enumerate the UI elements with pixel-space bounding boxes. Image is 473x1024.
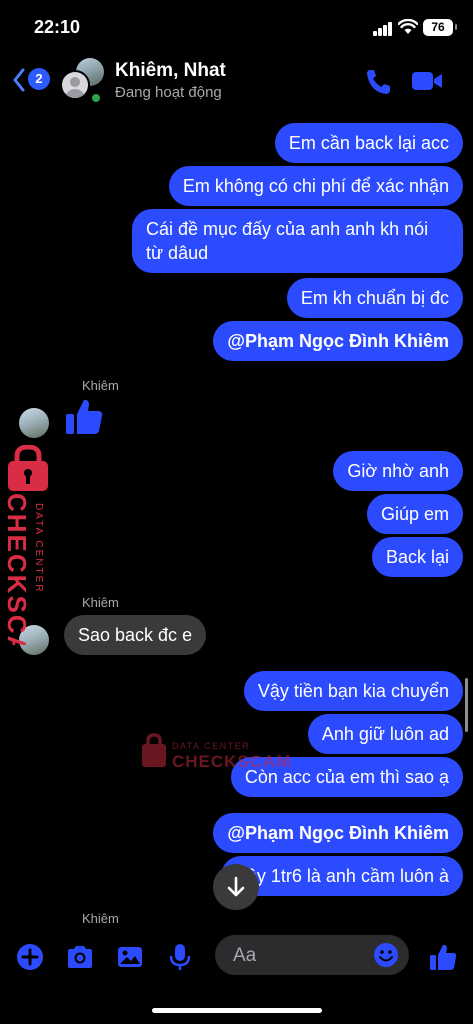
watermark-brand: CHECKSCAM.VN bbox=[4, 493, 32, 645]
emoji-icon[interactable] bbox=[373, 942, 399, 968]
sender-name: Khiêm bbox=[82, 911, 119, 926]
home-indicator[interactable] bbox=[152, 1008, 322, 1013]
thumbs-up-icon[interactable] bbox=[428, 942, 458, 972]
cellular-signal-icon bbox=[373, 22, 393, 36]
status-bar: 22:10 76 bbox=[0, 0, 473, 52]
outgoing-message[interactable]: Em kh chuẩn bị đc bbox=[286, 278, 463, 318]
outgoing-message[interactable]: Cái đề mục đấy của anh anh kh nói từ dâu… bbox=[132, 209, 463, 273]
scroll-to-bottom-button[interactable] bbox=[213, 864, 259, 910]
thumbs-up-icon[interactable] bbox=[64, 396, 106, 438]
phone-call-icon[interactable] bbox=[362, 66, 396, 96]
wifi-icon bbox=[398, 19, 418, 34]
camera-icon[interactable] bbox=[65, 942, 95, 972]
outgoing-message[interactable]: Em cần back lại acc bbox=[274, 123, 463, 163]
group-avatar[interactable] bbox=[60, 58, 106, 104]
sender-name: Khiêm bbox=[82, 595, 119, 610]
watermark-tagline: DATA CENTER bbox=[172, 741, 250, 751]
back-button[interactable]: 2 bbox=[12, 66, 56, 94]
sender-name: Khiêm bbox=[82, 378, 119, 393]
message-input[interactable]: Aa bbox=[215, 935, 409, 975]
photo-gallery-icon[interactable] bbox=[115, 942, 145, 972]
outgoing-message[interactable]: Em không có chi phí để xác nhận bbox=[168, 166, 463, 206]
padlock-icon bbox=[8, 445, 48, 491]
plus-circle-icon[interactable] bbox=[15, 942, 45, 972]
outgoing-message[interactable]: Anh giữ luôn ad bbox=[307, 714, 463, 754]
outgoing-mention-message[interactable]: @Phạm Ngọc Đình Khiêm bbox=[213, 321, 463, 361]
checkscam-watermark-small: DATA CENTER CHECKSCAM.VN bbox=[142, 733, 290, 771]
incoming-message[interactable]: Sao back đc e bbox=[64, 615, 207, 655]
message-input-placeholder: Aa bbox=[233, 945, 257, 966]
chevron-left-icon bbox=[13, 68, 25, 92]
outgoing-message[interactable]: Back lại bbox=[371, 537, 463, 577]
conversation-title[interactable]: Khiêm, Nhat bbox=[115, 60, 226, 82]
outgoing-message[interactable]: Vậy tiền bạn kia chuyển bbox=[243, 671, 463, 711]
padlock-icon bbox=[142, 733, 166, 767]
checkscam-watermark: CHECKSCAM.VN DATA CENTER bbox=[4, 445, 48, 645]
outgoing-mention-message[interactable]: @Phạm Ngọc Đình Khiêm bbox=[213, 813, 463, 853]
microphone-icon[interactable] bbox=[165, 942, 195, 972]
online-status-dot bbox=[90, 92, 102, 104]
outgoing-message[interactable]: Giờ nhờ anh bbox=[333, 451, 463, 491]
arrow-down-icon bbox=[227, 876, 245, 897]
message-list[interactable]: Em cần back lại acc Em không có chi phí … bbox=[0, 112, 473, 932]
unread-badge: 2 bbox=[28, 68, 50, 90]
chat-header: 2 Khiêm, Nhat Đang hoạt động bbox=[0, 52, 473, 112]
status-time: 22:10 bbox=[34, 17, 81, 37]
watermark-tagline: DATA CENTER bbox=[33, 503, 44, 594]
scrollbar[interactable] bbox=[465, 678, 468, 732]
default-person-icon bbox=[60, 70, 90, 100]
watermark-brand: CHECKSCAM.VN bbox=[172, 752, 290, 771]
composer-bar: Aa bbox=[0, 932, 473, 984]
video-call-icon[interactable] bbox=[410, 66, 444, 96]
avatar[interactable] bbox=[19, 408, 49, 438]
active-status: Đang hoạt động bbox=[115, 84, 222, 101]
outgoing-message[interactable]: Giúp em bbox=[366, 494, 463, 534]
battery-indicator: 76 bbox=[423, 19, 457, 36]
